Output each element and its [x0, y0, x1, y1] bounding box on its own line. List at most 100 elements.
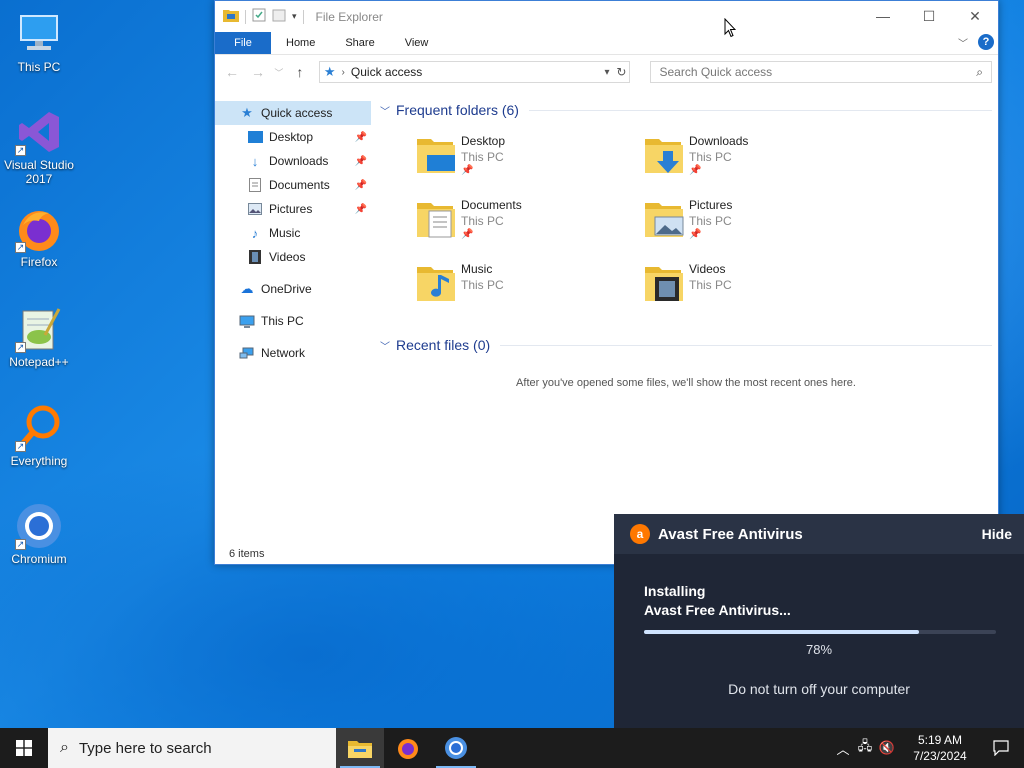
folder-name: Desktop	[461, 134, 506, 148]
avast-install-popup: a Avast Free Antivirus Hide Installing A…	[614, 514, 1024, 728]
tab-file[interactable]: File	[215, 32, 271, 54]
desktop-icon-firefox[interactable]: ↗ Firefox	[0, 205, 78, 269]
close-button[interactable]: ✕	[952, 1, 998, 31]
group-divider	[528, 109, 992, 111]
shortcut-arrow-icon: ↗	[15, 342, 26, 353]
clock[interactable]: 5:19 AM 7/23/2024	[902, 732, 978, 764]
desktop-folder-icon	[415, 133, 461, 179]
windows-logo-icon	[16, 740, 32, 756]
frequent-folders-header[interactable]: ﹀ Frequent folders (6)	[380, 101, 992, 119]
hide-button[interactable]: Hide	[982, 526, 1012, 542]
network-icon	[239, 345, 255, 361]
address-bar[interactable]: ★ › Quick access ▾ ↻	[318, 61, 631, 83]
nav-item-documents[interactable]: Documents 📌	[215, 173, 371, 197]
desktop-icon-label: This PC	[17, 60, 61, 74]
taskbar-app-firefox[interactable]	[384, 728, 432, 768]
nav-item-desktop[interactable]: Desktop 📌	[215, 125, 371, 149]
properties-icon[interactable]	[252, 8, 266, 25]
address-dropdown-chevron-icon[interactable]: ▾	[604, 67, 609, 78]
download-arrow-icon: ↓	[251, 153, 259, 169]
desktop-icon-this-pc[interactable]: This PC	[0, 10, 78, 74]
nav-item-videos[interactable]: Videos	[215, 245, 371, 269]
status-bar-item-count: 6 items	[229, 548, 265, 560]
folder-location: This PC	[689, 214, 732, 228]
ribbon-tabs: File Home Share View ﹀ ?	[215, 32, 998, 55]
taskbar-app-file-explorer[interactable]	[336, 728, 384, 768]
folder-text: Pictures This PC 📌	[689, 197, 732, 253]
forward-arrow-icon[interactable]: →	[247, 64, 269, 80]
pin-icon: 📌	[689, 229, 702, 240]
nav-item-downloads[interactable]: ↓ Downloads 📌	[215, 149, 371, 173]
folder-tile-documents[interactable]: Documents This PC 📌	[415, 197, 635, 253]
firefox-icon: ↗	[15, 205, 63, 253]
desktop-icon-chromium[interactable]: ↗ Chromium	[0, 502, 78, 566]
folder-name: Downloads	[689, 134, 749, 148]
search-placeholder: Search Quick access	[659, 65, 773, 79]
quick-access-star-icon: ★	[323, 64, 336, 79]
nav-item-label: Music	[269, 226, 301, 240]
tab-view[interactable]: View	[390, 32, 444, 54]
desktop-icon-everything[interactable]: ↗ Everything	[0, 404, 78, 468]
tab-share[interactable]: Share	[330, 32, 389, 54]
progress-percent: 78%	[805, 642, 833, 657]
help-icon[interactable]: ?	[978, 34, 994, 50]
nav-item-label: Desktop	[269, 130, 314, 144]
nav-item-label: Documents	[269, 178, 330, 192]
recent-locations-chevron-icon[interactable]: ﹀	[273, 66, 285, 79]
nav-item-network[interactable]: Network	[215, 341, 371, 365]
taskbar-app-chromium[interactable]	[432, 728, 480, 768]
notification-icon	[993, 740, 1009, 756]
taskbar-search-box[interactable]: ⌕ Type here to search	[48, 728, 336, 768]
quick-access-star-icon: ★	[241, 105, 253, 120]
network-icon[interactable]: 🖧	[854, 737, 876, 759]
notepad-plus-plus-icon: ↗	[15, 305, 63, 353]
back-arrow-icon[interactable]: ←	[221, 64, 243, 80]
show-hidden-icons-chevron-icon[interactable]: ︿	[832, 739, 854, 758]
nav-item-pictures[interactable]: Pictures 📌	[215, 197, 371, 221]
up-arrow-icon[interactable]: ↑	[289, 64, 311, 80]
monitor-icon	[239, 313, 255, 329]
desktop-icon-visual-studio[interactable]: ↗ Visual Studio 2017	[0, 108, 78, 186]
customize-toolbar-icon[interactable]: ▾	[292, 11, 297, 22]
breadcrumb-separator-icon: ›	[341, 66, 345, 78]
music-note-icon: ♪	[251, 225, 259, 241]
search-icon: ⌕	[976, 64, 984, 79]
folder-app-icon	[223, 8, 239, 25]
install-status-line2: Avast Free Antivirus...	[644, 602, 791, 618]
search-input[interactable]: Search Quick access ⌕	[650, 61, 993, 83]
window-title: File Explorer	[315, 9, 383, 24]
visual-studio-icon: ↗	[15, 108, 63, 156]
start-button[interactable]	[0, 728, 48, 768]
chromium-icon: ↗	[15, 502, 63, 550]
recent-files-header[interactable]: ﹀ Recent files (0)	[380, 336, 992, 354]
explorer-body: ★ Quick access Desktop 📌 ↓ Downloads 📌 D…	[215, 101, 998, 564]
folder-text: Documents This PC 📌	[461, 197, 522, 253]
pin-icon: 📌	[461, 229, 474, 240]
pictures-folder-icon	[643, 197, 689, 243]
folder-tile-videos[interactable]: Videos This PC	[643, 261, 863, 317]
maximize-button[interactable]: ☐	[906, 1, 952, 31]
expand-ribbon-chevron-icon[interactable]: ﹀	[958, 35, 968, 50]
folder-tile-pictures[interactable]: Pictures This PC 📌	[643, 197, 863, 253]
nav-item-music[interactable]: ♪ Music	[215, 221, 371, 245]
refresh-icon[interactable]: ↻	[616, 65, 626, 79]
nav-item-quick-access[interactable]: ★ Quick access	[215, 101, 371, 125]
nav-item-label: Pictures	[269, 202, 313, 216]
nav-item-this-pc[interactable]: This PC	[215, 309, 371, 333]
tab-home[interactable]: Home	[271, 32, 330, 54]
nav-item-onedrive[interactable]: ☁ OneDrive	[215, 277, 371, 301]
new-folder-icon[interactable]	[272, 8, 286, 25]
folder-tile-desktop[interactable]: Desktop This PC 📌	[415, 133, 635, 189]
folder-text: Downloads This PC 📌	[689, 133, 748, 189]
avast-title: Avast Free Antivirus	[658, 525, 803, 543]
breadcrumb-quick-access[interactable]: Quick access	[351, 65, 422, 79]
chromium-icon	[445, 737, 467, 759]
minimize-button[interactable]: —	[860, 1, 906, 31]
action-center-button[interactable]	[978, 740, 1024, 756]
nav-item-label: OneDrive	[261, 282, 312, 296]
volume-muted-icon[interactable]: 🔇	[876, 740, 898, 756]
folder-tile-downloads[interactable]: Downloads This PC 📌	[643, 133, 863, 189]
desktop-icon-notepad-plus-plus[interactable]: ↗ Notepad++	[0, 305, 78, 369]
progress-bar-fill	[644, 630, 919, 634]
folder-tile-music[interactable]: Music This PC	[415, 261, 635, 317]
